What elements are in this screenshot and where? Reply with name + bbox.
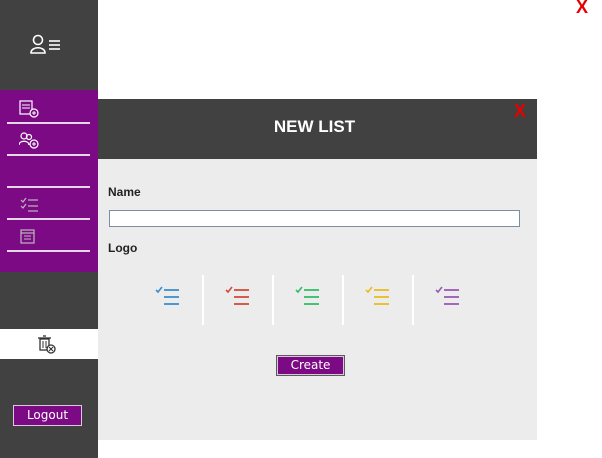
sidebar-item-blank[interactable] [7,156,90,188]
sidebar-item-calendar[interactable] [7,220,90,252]
logo-option-5[interactable] [413,275,483,325]
logo-option-3[interactable] [273,275,343,325]
checklist-icon-yellow [365,286,389,305]
name-label: Name [108,185,141,199]
create-button[interactable]: Create [276,355,345,376]
dialog-header: NEW LIST X [98,99,537,159]
logo-option-1[interactable] [133,275,203,325]
dialog-title: NEW LIST [273,117,356,136]
add-user-icon [18,132,41,150]
checklist-icon-purple [435,286,459,305]
calendar-icon [19,228,41,246]
sidebar-item-new-list[interactable] [7,92,90,124]
checklist-icon [19,196,41,214]
sidebar-item-add-user[interactable] [7,124,90,156]
sidebar-menu [0,90,98,272]
logo-label: Logo [108,241,138,255]
dialog-close-button[interactable]: X [514,101,526,122]
window-close-button[interactable]: X [576,0,588,18]
logo-option-2[interactable] [203,275,273,325]
name-input[interactable] [109,210,520,227]
delete-list-icon [37,335,57,355]
logo-option-4[interactable] [343,275,413,325]
sidebar-item-delete-list[interactable] [0,329,98,359]
checklist-icon-red [225,286,249,305]
new-list-dialog: NEW LIST X Name Logo Create [98,99,537,440]
checklist-icon-blue [155,286,179,305]
sidebar: Logout [0,0,98,458]
logout-button[interactable]: Logout [13,405,82,426]
sidebar-item-checklist[interactable] [7,188,90,220]
user-list-icon[interactable] [30,34,64,56]
new-list-icon [19,100,41,118]
checklist-icon-green [295,286,319,305]
